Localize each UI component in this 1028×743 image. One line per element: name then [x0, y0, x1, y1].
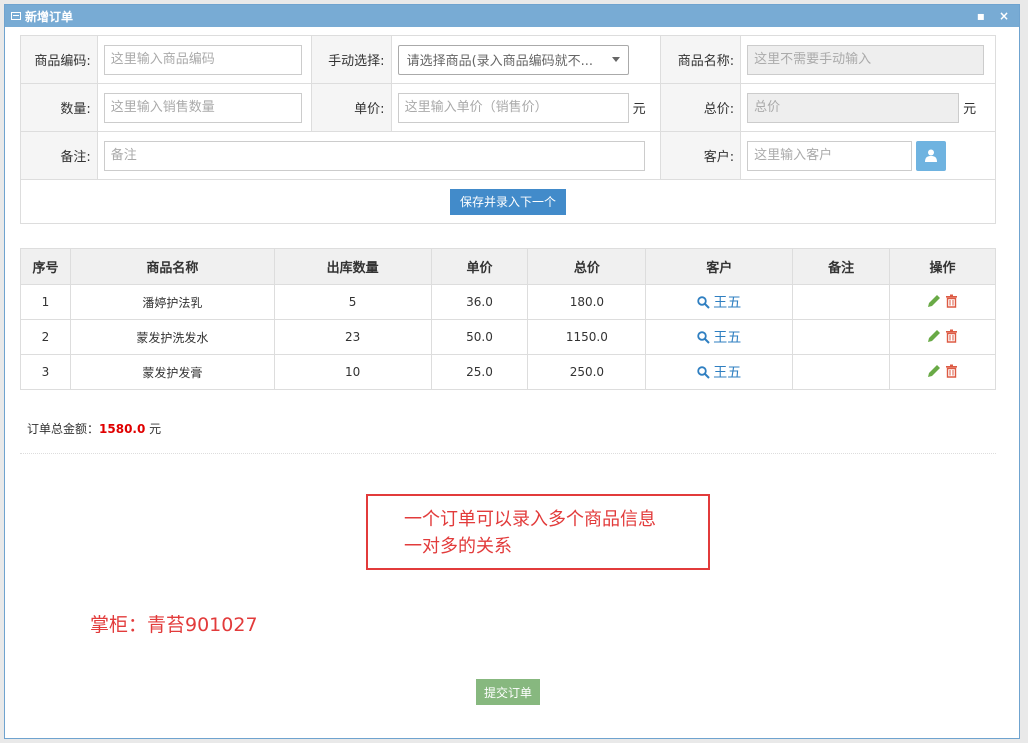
- minimize-button[interactable]: ▪: [977, 9, 985, 23]
- row-product-name: 潘婷护法乳: [69, 284, 275, 320]
- total-unit: 元: [963, 102, 977, 117]
- row-customer-name: 王五: [713, 330, 742, 346]
- manual-select-label: 手动选择:: [310, 35, 392, 84]
- row-index: 2: [20, 319, 71, 355]
- unit-price-input[interactable]: [397, 92, 629, 123]
- submit-order-button[interactable]: 提交订单: [476, 679, 541, 705]
- row-product-name: 蒙发护发膏: [69, 354, 275, 390]
- row-customer-link[interactable]: 王五: [697, 327, 741, 347]
- row-total: 1150.0: [527, 319, 647, 355]
- product-name-label: 商品名称:: [660, 35, 742, 84]
- order-total-label: 订单总金额：: [27, 422, 100, 436]
- trash-icon[interactable]: [945, 364, 958, 378]
- row-customer-link[interactable]: 王五: [697, 362, 741, 382]
- quantity-label: 数量:: [20, 83, 98, 132]
- search-icon: [697, 295, 710, 309]
- user-icon: [925, 149, 938, 162]
- chevron-down-icon: [611, 57, 620, 62]
- product-select[interactable]: 请选择商品(录入商品编码就不...: [397, 44, 629, 75]
- row-index: 3: [20, 354, 71, 390]
- dialog-titlebar: 新增订单 ▪ ×: [5, 5, 1019, 27]
- annotation-box: 一个订单可以录入多个商品信息 一对多的关系: [366, 494, 710, 570]
- row-unit-price: 36.0: [430, 284, 529, 320]
- row-quantity: 10: [273, 354, 432, 390]
- window-icon: [11, 12, 21, 20]
- trash-icon[interactable]: [945, 294, 958, 308]
- total-price-label: 总价:: [660, 83, 742, 132]
- unit-price-label: 单价:: [310, 83, 392, 132]
- row-remark: [792, 284, 891, 320]
- signature-text: 掌柜：青苔901027: [90, 614, 258, 636]
- select-customer-button[interactable]: [916, 140, 947, 171]
- trash-icon[interactable]: [945, 329, 958, 343]
- row-quantity: 23: [273, 319, 432, 355]
- header-unit-price: 单价: [430, 248, 529, 285]
- order-entry-form: 商品编码: 手动选择: 请选择商品(录入商品编码就不... 商品名称: 数量: …: [20, 35, 996, 224]
- table-row: 2 蒙发护洗发水 23 50.0 1150.0 王五: [20, 319, 996, 355]
- table-row: 1 潘婷护法乳 5 36.0 180.0 王五: [20, 284, 996, 320]
- header-remark: 备注: [792, 248, 891, 285]
- row-total: 250.0: [527, 354, 647, 390]
- product-select-value: 请选择商品(录入商品编码就不...: [406, 54, 594, 69]
- order-items-table: 序号 商品名称 出库数量 单价 总价 客户 备注 操作 1 潘婷护法乳 5 36…: [20, 248, 996, 390]
- search-icon: [697, 330, 710, 344]
- table-row: 3 蒙发护发膏 10 25.0 250.0 王五: [20, 354, 996, 390]
- order-total-amount: 1580.0: [99, 422, 146, 436]
- product-code-label: 商品编码:: [20, 35, 98, 84]
- pencil-icon[interactable]: [927, 364, 941, 378]
- dialog-title: 新增订单: [25, 9, 74, 24]
- customer-input[interactable]: [747, 140, 913, 171]
- annotation-line-1: 一个订单可以录入多个商品信息: [404, 509, 656, 530]
- customer-label: 客户:: [660, 131, 742, 180]
- header-index: 序号: [20, 248, 71, 285]
- row-total: 180.0: [527, 284, 647, 320]
- divider: [20, 453, 996, 454]
- row-quantity: 5: [273, 284, 432, 320]
- row-unit-price: 50.0: [430, 319, 529, 355]
- header-actions: 操作: [889, 248, 996, 285]
- order-total-unit: 元: [145, 422, 162, 436]
- header-product-name: 商品名称: [69, 248, 275, 285]
- product-name-input: [747, 44, 985, 75]
- close-button[interactable]: ×: [999, 9, 1009, 23]
- header-total: 总价: [527, 248, 647, 285]
- header-quantity: 出库数量: [273, 248, 432, 285]
- annotation-line-2: 一对多的关系: [404, 536, 512, 557]
- price-unit: 元: [632, 102, 646, 117]
- save-and-next-button[interactable]: 保存并录入下一个: [449, 188, 566, 215]
- row-customer-link[interactable]: 王五: [697, 292, 741, 312]
- remark-label: 备注:: [20, 131, 98, 180]
- row-product-name: 蒙发护洗发水: [69, 319, 275, 355]
- product-code-input[interactable]: [103, 44, 302, 75]
- row-remark: [792, 354, 891, 390]
- header-customer: 客户: [645, 248, 794, 285]
- search-icon: [697, 365, 710, 379]
- pencil-icon[interactable]: [927, 329, 941, 343]
- order-total: 订单总金额：1580.0 元: [27, 420, 161, 437]
- pencil-icon[interactable]: [927, 294, 941, 308]
- row-customer-name: 王五: [713, 295, 742, 311]
- row-unit-price: 25.0: [430, 354, 529, 390]
- quantity-input[interactable]: [103, 92, 302, 123]
- row-index: 1: [20, 284, 71, 320]
- total-price-input: [747, 92, 960, 123]
- row-remark: [792, 319, 891, 355]
- row-customer-name: 王五: [713, 365, 742, 381]
- remark-input[interactable]: [103, 140, 645, 171]
